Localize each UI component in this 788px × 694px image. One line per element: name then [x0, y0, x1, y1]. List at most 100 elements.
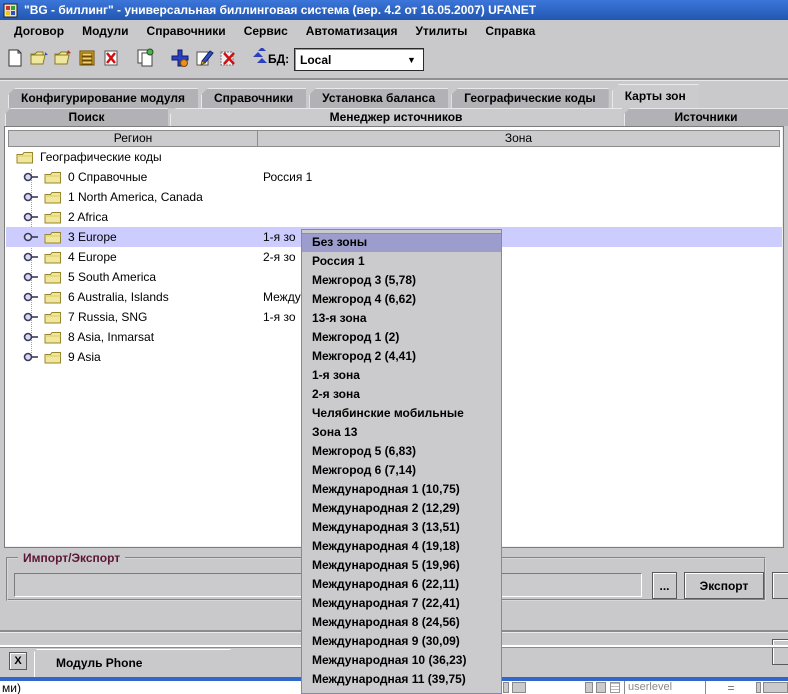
tab-Менеджер источников[interactable]: Менеджер источников: [170, 108, 622, 126]
tab-Поиск[interactable]: Поиск: [5, 108, 168, 126]
tree-expand-icon[interactable]: [22, 171, 40, 183]
add-record-icon[interactable]: [168, 46, 192, 70]
menu-item[interactable]: Автоматизация: [297, 22, 407, 40]
zone-popup-item[interactable]: Челябинские мобильные: [302, 404, 501, 423]
db-combobox[interactable]: Local ▼: [294, 48, 424, 71]
tree-expand-icon[interactable]: [22, 331, 40, 343]
zone-popup-item[interactable]: 13-я зона: [302, 309, 501, 328]
tab-Установка баланса[interactable]: Установка баланса: [309, 88, 448, 108]
folder-icon: [44, 191, 62, 204]
tree-expand-icon[interactable]: [22, 291, 40, 303]
zone-popup-item[interactable]: Межгород 1 (2): [302, 328, 501, 347]
zone-popup-item[interactable]: Международная 12 (43,55): [302, 689, 501, 694]
zone-popup-item[interactable]: Международная 8 (24,56): [302, 613, 501, 632]
tree-row[interactable]: 2 Africa: [6, 207, 782, 227]
zone-popup-item[interactable]: Без зоны: [302, 233, 501, 252]
window-fragment-bar: [512, 682, 526, 693]
tree-row-label: 2 Africa: [68, 210, 108, 224]
tree-expand-icon[interactable]: [22, 191, 40, 203]
tree-row[interactable]: Географические коды: [6, 147, 782, 167]
title-bar: "BG - биллинг" - универсальная биллингов…: [0, 0, 788, 20]
tree-expand-icon[interactable]: [22, 311, 40, 323]
zone-cell[interactable]: Между: [263, 290, 301, 304]
browse-button[interactable]: ...: [652, 572, 677, 599]
delete-record-icon[interactable]: [216, 46, 240, 70]
module-close-button[interactable]: X: [9, 652, 27, 670]
zone-popup-item[interactable]: Международная 4 (19,18): [302, 537, 501, 556]
zone-popup-item[interactable]: Межгород 6 (7,14): [302, 461, 501, 480]
window-title: "BG - биллинг" - универсальная биллингов…: [24, 3, 536, 17]
zone-popup-item[interactable]: Межгород 5 (6,83): [302, 442, 501, 461]
zone-cell[interactable]: 1-я зо: [263, 310, 296, 324]
menu-item[interactable]: Модули: [73, 22, 137, 40]
tree-row-label: Географические коды: [40, 150, 162, 164]
zone-popup-item[interactable]: Международная 2 (12,29): [302, 499, 501, 518]
toolbar: БД: Local ▼: [0, 42, 788, 78]
clipped-right-button-bottom[interactable]: [772, 639, 788, 665]
folder-icon: [44, 291, 62, 304]
tree-expand-icon[interactable]: [22, 251, 40, 263]
section-tabs: ПоискМенеджер источниковИсточники: [0, 108, 788, 126]
zone-popup-item[interactable]: Россия 1: [302, 252, 501, 271]
zone-popup-item[interactable]: Международная 9 (30,09): [302, 632, 501, 651]
tab-Карты зон[interactable]: Карты зон: [612, 84, 699, 108]
tab-Источники[interactable]: Источники: [624, 108, 788, 126]
clipped-right-button-top[interactable]: [772, 572, 788, 599]
zone-popup-item[interactable]: Международная 7 (22,41): [302, 594, 501, 613]
zone-popup-item[interactable]: Зона 13: [302, 423, 501, 442]
menu-item[interactable]: Справка: [476, 22, 544, 40]
open-folder-alt-icon[interactable]: [51, 46, 75, 70]
fragment-cell-operator: =: [706, 681, 756, 694]
module-tabs: Конфигурирование модуляСправочникиУстано…: [0, 84, 788, 108]
tree-row-label: 3 Europe: [68, 230, 117, 244]
zone-popup-item[interactable]: Международная 6 (22,11): [302, 575, 501, 594]
zone-popup-item[interactable]: Международная 5 (19,96): [302, 556, 501, 575]
tree-row[interactable]: 1 North America, Canada: [6, 187, 782, 207]
menu-item[interactable]: Справочники: [138, 22, 235, 40]
menu-item[interactable]: Утилиты: [406, 22, 476, 40]
db-label: БД:: [268, 52, 289, 66]
open-folder-icon[interactable]: [27, 46, 51, 70]
zone-cell[interactable]: 2-я зо: [263, 250, 296, 264]
tree-row-label: 7 Russia, SNG: [68, 310, 147, 324]
column-header-zone[interactable]: Зона: [257, 130, 780, 147]
zone-popup-item[interactable]: Межгород 2 (4,41): [302, 347, 501, 366]
window-fragment-bar: [596, 682, 606, 693]
zone-popup-item[interactable]: Международная 10 (36,23): [302, 651, 501, 670]
zone-popup-item[interactable]: Межгород 3 (5,78): [302, 271, 501, 290]
tree-expand-icon[interactable]: [22, 351, 40, 363]
zone-popup-item[interactable]: 2-я зона: [302, 385, 501, 404]
zone-popup-item[interactable]: Международная 3 (13,51): [302, 518, 501, 537]
tree-row-label: 5 South America: [68, 270, 156, 284]
column-header-region[interactable]: Регион: [8, 130, 258, 147]
copy-icon[interactable]: [133, 46, 157, 70]
new-document-button[interactable]: [3, 46, 27, 70]
export-button[interactable]: Экспорт: [684, 572, 764, 599]
tree-expand-icon[interactable]: [22, 211, 40, 223]
module-tab[interactable]: Модуль Phone: [34, 649, 250, 677]
folder-icon: [16, 151, 34, 164]
tree-expand-icon[interactable]: [22, 231, 40, 243]
zone-cell[interactable]: Россия 1: [263, 170, 312, 184]
toolbar-separator: [0, 78, 788, 80]
folder-icon: [44, 231, 62, 244]
menu-item[interactable]: Договор: [5, 22, 73, 40]
window-fragment-bar: [763, 682, 788, 693]
folder-icon: [44, 271, 62, 284]
zone-cell[interactable]: 1-я зо: [263, 230, 296, 244]
zone-popup-item[interactable]: 1-я зона: [302, 366, 501, 385]
zone-popup-item[interactable]: Международная 11 (39,75): [302, 670, 501, 689]
tab-Конфигурирование модуля[interactable]: Конфигурирование модуля: [8, 88, 198, 108]
cabinet-icon[interactable]: [75, 46, 99, 70]
tree-row[interactable]: 0 СправочныеРоссия 1: [6, 167, 782, 187]
dropdown-arrow-icon[interactable]: ▼: [407, 55, 423, 65]
tab-Справочники[interactable]: Справочники: [201, 88, 306, 108]
zone-popup-item[interactable]: Международная 1 (10,75): [302, 480, 501, 499]
tab-Географические коды[interactable]: Географические коды: [451, 88, 609, 108]
edit-record-icon[interactable]: [192, 46, 216, 70]
menu-item[interactable]: Сервис: [235, 22, 297, 40]
tree-expand-icon[interactable]: [22, 271, 40, 283]
delete-document-icon[interactable]: [99, 46, 123, 70]
zone-popup-item[interactable]: Межгород 4 (6,62): [302, 290, 501, 309]
folder-icon: [44, 211, 62, 224]
